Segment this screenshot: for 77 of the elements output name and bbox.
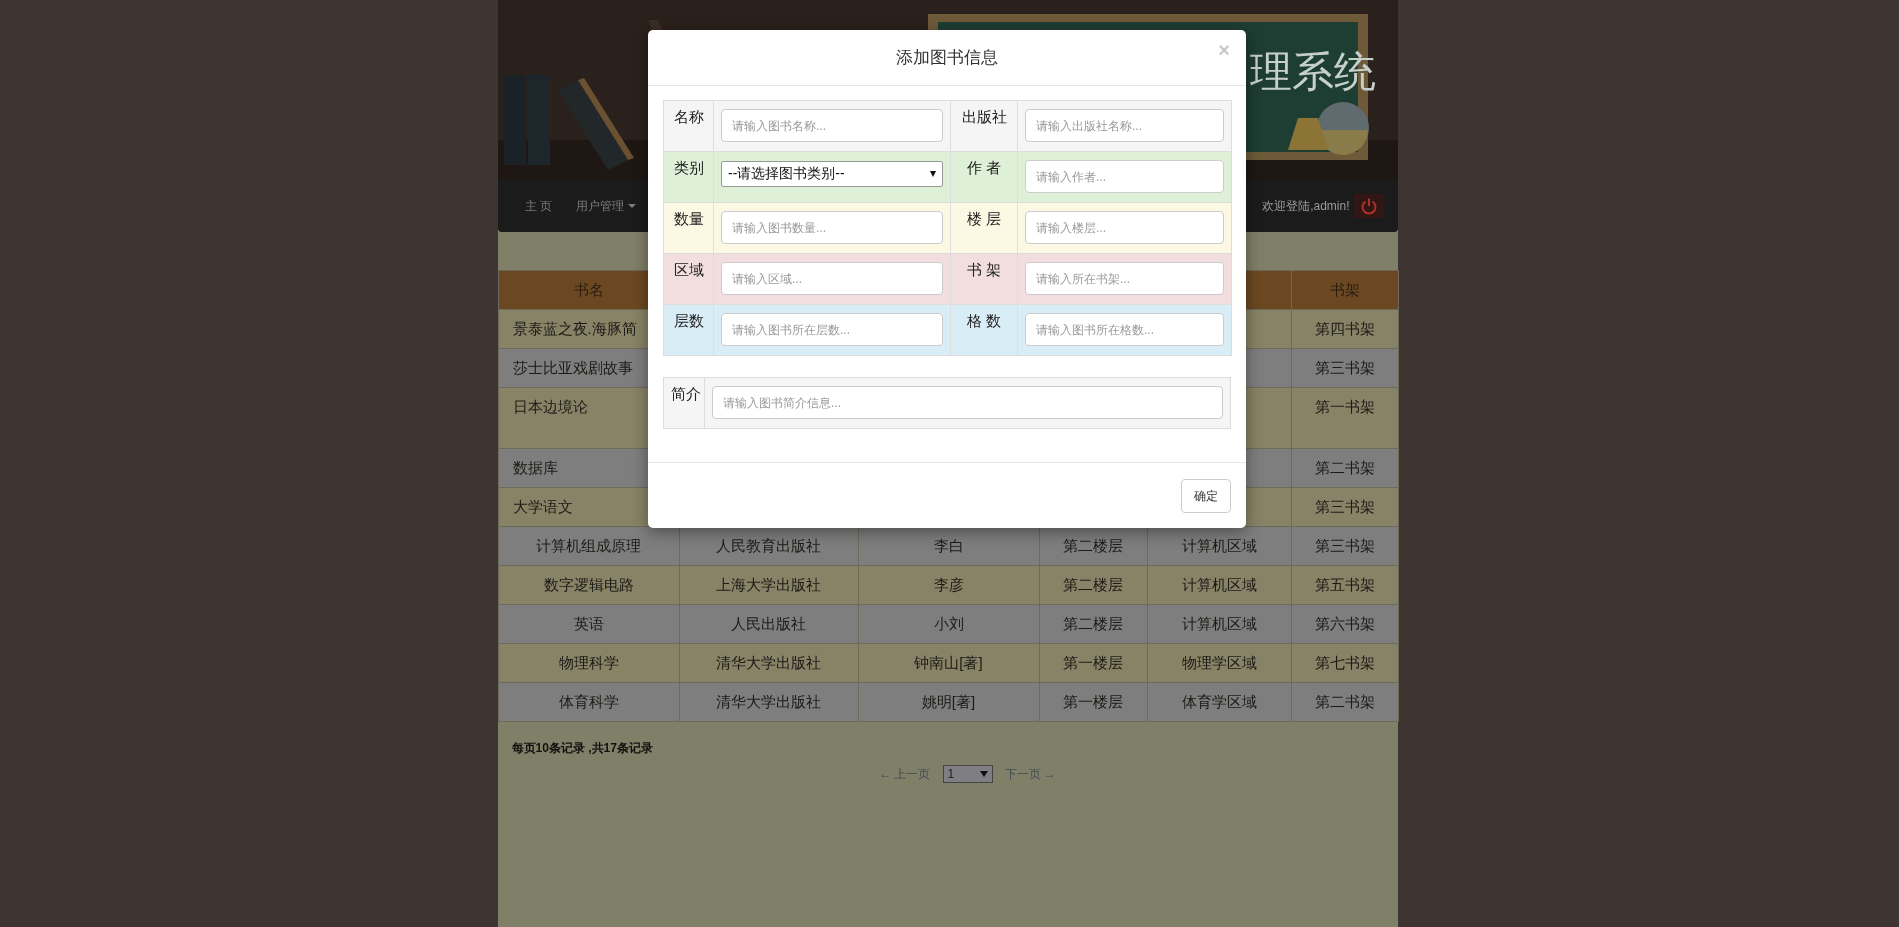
- table-cell: 物理学区域: [1181, 654, 1257, 671]
- input-field[interactable]: 请输入作者...: [1025, 160, 1224, 193]
- field-label: 作 者: [950, 151, 1018, 203]
- input-field[interactable]: 请输入图书所在格数...: [1025, 313, 1224, 346]
- input-field[interactable]: 请输入图书名称...: [721, 109, 943, 142]
- table-cell: 计算机区域: [1181, 537, 1257, 554]
- caret-icon: [627, 204, 636, 208]
- table-cell: 体育学区域: [1181, 693, 1257, 710]
- field-label: 楼 层: [950, 202, 1018, 254]
- field-label: 名称: [663, 100, 714, 152]
- table-cell: 第三书架: [1314, 537, 1375, 554]
- column-header: 书名: [573, 281, 604, 298]
- field-label: 出版社: [950, 100, 1018, 152]
- table-cell: 数据库: [512, 459, 558, 476]
- table-cell: 物理科学: [558, 654, 619, 671]
- category-select[interactable]: --请选择图书类别--: [721, 161, 943, 187]
- input-field[interactable]: 请输入图书数量...: [721, 211, 943, 244]
- table-cell: 清华大学出版社: [716, 693, 821, 710]
- field-label: 层数: [663, 304, 714, 356]
- input-field[interactable]: 请输入出版社名称...: [1025, 109, 1224, 142]
- table-cell: 第二楼层: [1063, 537, 1123, 554]
- field-label: 类别: [663, 151, 714, 203]
- table-cell: 计算机区域: [1181, 615, 1257, 632]
- table-cell: 第二楼层: [1063, 576, 1123, 593]
- table-cell: 计算机组成原理: [536, 537, 641, 554]
- field-label: 区域: [663, 253, 714, 305]
- input-field[interactable]: 请输入区域...: [721, 262, 943, 295]
- table-cell: 第一楼层: [1063, 654, 1123, 671]
- table-cell: 第二书架: [1314, 459, 1375, 476]
- table-cell: 第一楼层: [1063, 693, 1123, 710]
- table-cell: 姚明[著]: [921, 693, 976, 710]
- table-cell: 李彦: [933, 576, 964, 593]
- input-field[interactable]: 请输入楼层...: [1025, 211, 1224, 244]
- table-cell: 第五书架: [1314, 576, 1375, 593]
- table-cell: 李白: [933, 537, 964, 554]
- table-cell: 英语: [573, 615, 604, 632]
- table-cell: 人民教育出版社: [716, 537, 821, 554]
- table-cell: 第二书架: [1314, 693, 1375, 710]
- input-field[interactable]: 请输入所在书架...: [1025, 262, 1224, 295]
- table-cell: 第三书架: [1314, 359, 1375, 376]
- record-summary: 每页10条记录 ,共17条记录: [511, 740, 653, 757]
- table-cell: 小刘: [933, 615, 964, 632]
- nav-item[interactable]: 用户管理: [563, 197, 648, 215]
- nav-item[interactable]: 主 页: [512, 197, 564, 215]
- welcome-text: 欢迎登陆,admin!: [1262, 197, 1350, 215]
- logout-button[interactable]: [1353, 194, 1384, 218]
- table-cell: 大学语文: [512, 498, 573, 515]
- table-cell: 数字逻辑电路: [543, 576, 634, 593]
- table-cell: 计算机区域: [1181, 576, 1257, 593]
- table-cell: 第二楼层: [1063, 615, 1123, 632]
- table-cell: 日本边境论: [512, 398, 588, 415]
- table-cell: 第六书架: [1314, 615, 1375, 632]
- table-cell: 第一书架: [1314, 398, 1375, 415]
- table-cell: 景泰蓝之夜.海豚简: [512, 320, 637, 337]
- field-label: 书 架: [950, 253, 1018, 305]
- field-label: 数量: [663, 202, 714, 254]
- page-select[interactable]: 1: [942, 765, 993, 783]
- caret-icon: [930, 171, 936, 177]
- confirm-button[interactable]: 确定: [1181, 479, 1231, 513]
- table-cell: 莎士比亚戏剧故事: [512, 359, 633, 376]
- field-label: 简介: [663, 377, 705, 429]
- table-cell: 上海大学出版社: [716, 576, 821, 593]
- column-header: 书架: [1329, 281, 1360, 298]
- table-cell: 人民出版社: [731, 615, 806, 632]
- dialog-title: 添加图书信息: [896, 47, 998, 69]
- table-cell: 第七书架: [1314, 654, 1375, 671]
- caret-icon: [979, 771, 988, 777]
- table-cell: 钟南山[著]: [914, 654, 983, 671]
- input-field[interactable]: 请输入图书所在层数...: [721, 313, 943, 346]
- power-icon: [1359, 197, 1378, 215]
- table-cell: 第三书架: [1314, 498, 1375, 515]
- table-cell: 第四书架: [1314, 320, 1375, 337]
- input-field[interactable]: 请输入图书简介信息...: [712, 386, 1223, 419]
- field-label: 格 数: [950, 304, 1018, 356]
- banner-title: 理系统: [1249, 47, 1376, 97]
- table-cell: 体育科学: [558, 693, 619, 710]
- table-cell: 清华大学出版社: [716, 654, 821, 671]
